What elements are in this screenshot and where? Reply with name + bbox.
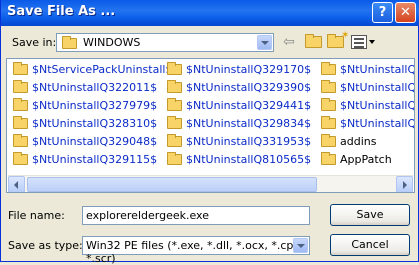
folder-icon (13, 61, 28, 75)
folder-icon (167, 151, 182, 165)
folder-icon (62, 36, 77, 49)
scrollbar-thumb[interactable] (27, 177, 317, 192)
title-bar: Save File As ... ? ✕ (1, 0, 419, 26)
list-item[interactable]: $NtUninstallQ329170$ (167, 61, 311, 78)
save-in-dropdown[interactable]: WINDOWS (56, 33, 274, 52)
folder-icon (321, 79, 336, 93)
save-in-label: Save in: (12, 36, 57, 49)
list-item[interactable]: $NtUninstallQ328310$ (13, 115, 157, 132)
help-button[interactable]: ? (372, 2, 393, 23)
new-folder-sparkle-icon: ✶ (341, 30, 350, 41)
folder-icon (321, 115, 336, 129)
folder-icon (321, 151, 336, 165)
list-item[interactable]: addins (321, 133, 376, 150)
folder-icon (167, 115, 182, 129)
dialog-title: Save File As ... (7, 4, 116, 19)
folder-icon (167, 61, 182, 75)
list-item[interactable]: $NtUninstallQ329834$ (167, 115, 311, 132)
chevron-down-icon[interactable] (293, 238, 308, 253)
back-arrow-icon[interactable]: ⇦ (283, 33, 297, 51)
list-item[interactable]: $NtUninstallQ810565$ (167, 151, 311, 168)
save-as-type-value: Win32 PE files (*.exe, *.dll, *.ocx, *.c… (86, 239, 300, 265)
list-item[interactable]: $NtUninstallQ81 (321, 97, 414, 114)
up-folder-icon[interactable] (305, 34, 322, 48)
folder-icon (13, 79, 28, 93)
chevron-down-icon[interactable] (257, 35, 272, 50)
file-name-input[interactable] (82, 206, 310, 225)
folder-icon (13, 97, 28, 111)
file-list[interactable]: $NtServicePackUninstall$ $NtUninstallQ32… (6, 58, 415, 193)
list-item[interactable]: $NtUninstallQ331953$ (167, 133, 311, 150)
folder-icon (321, 133, 336, 147)
cancel-button[interactable]: Cancel (330, 234, 410, 256)
folder-icon (13, 115, 28, 129)
list-item[interactable]: $NtUninstallQ329441$ (167, 97, 311, 114)
save-as-type-label: Save as type: (8, 239, 83, 252)
scroll-right-icon[interactable] (396, 176, 413, 192)
list-item[interactable]: $NtUninstallQ81 (321, 61, 414, 78)
list-item[interactable]: $NtServicePackUninstall$ (13, 61, 172, 78)
save-as-type-dropdown[interactable]: Win32 PE files (*.exe, *.dll, *.ocx, *.c… (82, 236, 310, 265)
list-item[interactable]: $NtUninstallQ81 (321, 79, 414, 96)
list-item[interactable]: AppPatch (321, 151, 392, 168)
folder-icon (167, 133, 182, 147)
horizontal-scrollbar[interactable] (8, 175, 413, 192)
list-item[interactable]: $NtUninstallQ329115$ (13, 151, 157, 168)
list-item[interactable]: $NtUninstallQ81 (321, 115, 414, 132)
scroll-left-icon[interactable] (8, 176, 25, 192)
folder-icon (321, 61, 336, 75)
views-menu-icon[interactable] (351, 35, 367, 49)
list-item[interactable]: $NtUninstallQ322011$ (13, 79, 157, 96)
list-item[interactable]: $NtUninstallQ329048$ (13, 133, 157, 150)
folder-icon (13, 151, 28, 165)
file-name-label: File name: (8, 209, 65, 222)
close-button[interactable]: ✕ (395, 2, 416, 23)
save-file-dialog: Save File As ... ? ✕ Save in: WINDOWS ⇦ … (0, 0, 419, 265)
folder-icon (321, 97, 336, 111)
folder-icon (167, 79, 182, 93)
folder-icon (13, 133, 28, 147)
save-in-value: WINDOWS (83, 36, 141, 49)
list-item[interactable]: $NtUninstallQ327979$ (13, 97, 157, 114)
views-dropdown-arrow-icon[interactable] (369, 40, 375, 44)
save-button[interactable]: Save (330, 204, 410, 226)
folder-icon (167, 97, 182, 111)
list-item[interactable]: $NtUninstallQ329390$ (167, 79, 311, 96)
